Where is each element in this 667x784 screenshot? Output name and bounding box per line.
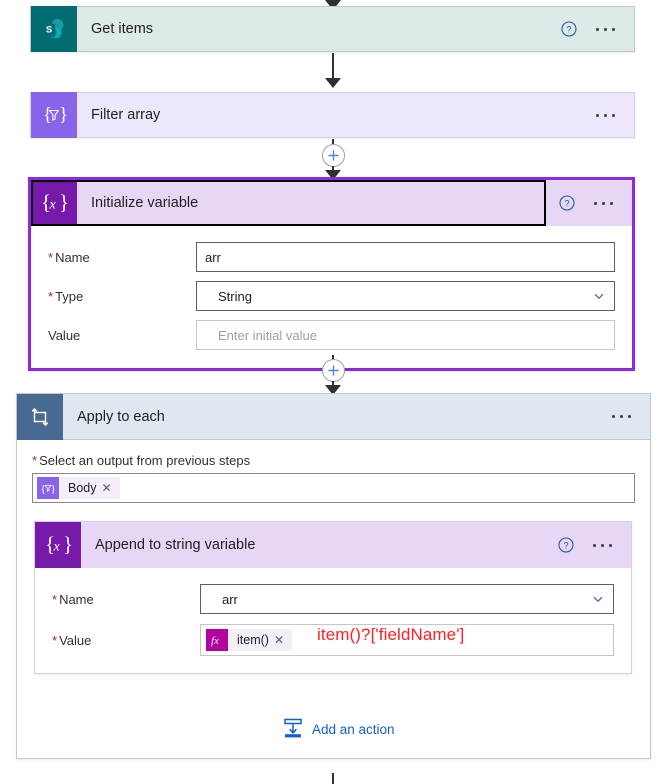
token-item-label: item() <box>237 633 269 647</box>
value-input-placeholder: Enter initial value <box>218 327 317 343</box>
svg-text:x: x <box>49 198 57 213</box>
step-header-initialize-variable[interactable]: { x } Initialize variable ? <box>31 180 632 226</box>
svg-text:x: x <box>53 540 61 555</box>
loop-input-label: * Select an output from previous steps <box>32 453 251 468</box>
step-body-apply-to-each: * Select an output from previous steps { … <box>17 440 650 503</box>
step-actions-get-items: ? <box>561 21 634 37</box>
chevron-down-icon <box>593 596 603 603</box>
step-actions-apply-to-each <box>610 411 650 422</box>
step-actions-append-to-string-variable: ? <box>558 537 631 553</box>
append-name-value: arr <box>222 591 238 607</box>
name-input[interactable]: arr <box>196 242 615 272</box>
type-dropdown[interactable]: String <box>196 281 615 311</box>
step-card-append-to-string-variable[interactable]: { x } Append to string variable ? * Name… <box>34 521 632 674</box>
step-header-append-to-string-variable[interactable]: { x } Append to string variable ? <box>35 522 631 568</box>
svg-text:{: { <box>43 105 52 126</box>
chevron-down-icon <box>594 293 604 300</box>
field-label-append-name: * Name <box>52 591 94 607</box>
add-action-icon <box>282 717 304 742</box>
insert-step-button-1[interactable] <box>322 144 345 167</box>
step-title-initialize-variable: Initialize variable <box>91 195 199 211</box>
ellipsis-icon[interactable] <box>610 411 633 422</box>
help-icon[interactable]: ? <box>559 195 575 211</box>
step-actions-filter-array <box>594 110 634 121</box>
filter-array-icon: { } <box>31 92 77 138</box>
required-asterisk: * <box>52 632 58 648</box>
append-name-dropdown[interactable]: arr <box>200 584 614 614</box>
token-body[interactable]: { } Body ✕ <box>37 477 120 499</box>
fx-icon: fx <box>206 629 228 651</box>
field-row-value: Value Enter initial value <box>48 320 615 350</box>
ellipsis-icon[interactable] <box>594 24 617 35</box>
svg-text:S: S <box>46 25 52 36</box>
help-icon[interactable]: ? <box>561 21 577 37</box>
svg-text:?: ? <box>566 24 571 34</box>
loop-icon <box>17 393 63 440</box>
name-input-value: arr <box>205 249 221 265</box>
ellipsis-icon[interactable] <box>591 540 614 551</box>
add-action-label: Add an action <box>312 722 395 737</box>
help-icon[interactable]: ? <box>558 537 574 553</box>
required-asterisk: * <box>48 249 54 265</box>
insert-step-button-2[interactable] <box>322 359 345 382</box>
step-title-apply-to-each: Apply to each <box>77 408 165 425</box>
field-row-append-name: * Name arr <box>52 584 614 614</box>
token-item[interactable]: fx item() ✕ <box>206 629 293 651</box>
arrow-head-filterarray <box>325 78 341 88</box>
variable-icon: { x } <box>35 522 81 568</box>
variable-icon: { x } <box>31 180 77 226</box>
field-label-value: Value <box>48 327 81 343</box>
field-label-name: * Name <box>48 249 90 265</box>
connector-getitems-filterarray <box>332 53 334 79</box>
svg-text:}: } <box>59 191 69 214</box>
field-label-type: * Type <box>48 288 84 304</box>
required-asterisk: * <box>48 288 54 304</box>
step-card-get-items[interactable]: S Get items ? <box>30 6 635 52</box>
step-title-append-to-string-variable: Append to string variable <box>95 537 256 553</box>
field-row-name: * Name arr <box>48 242 615 272</box>
loop-input-field[interactable]: { } Body ✕ <box>32 473 635 503</box>
sharepoint-icon: S <box>31 6 77 52</box>
step-card-initialize-variable[interactable]: { x } Initialize variable ? * Name arr *… <box>28 177 635 371</box>
ellipsis-icon[interactable] <box>592 198 615 209</box>
field-row-type: * Type String <box>48 281 615 311</box>
close-icon[interactable]: ✕ <box>274 633 292 647</box>
token-body-label: Body <box>68 481 97 495</box>
svg-text:}: } <box>63 533 73 556</box>
step-card-filter-array[interactable]: { } Filter array <box>30 92 635 138</box>
value-input[interactable]: Enter initial value <box>196 320 615 350</box>
required-asterisk: * <box>32 453 38 468</box>
type-dropdown-value: String <box>218 288 252 304</box>
step-body-initialize-variable: * Name arr * Type String Value Enter ini… <box>31 226 632 368</box>
step-header-filter-array[interactable]: { } Filter array <box>30 92 635 138</box>
field-label-append-value: * Value <box>52 632 92 648</box>
step-title-filter-array: Filter array <box>91 107 161 123</box>
step-actions-initialize-variable: ? <box>559 195 632 211</box>
svg-text:{: { <box>41 483 46 495</box>
svg-text:fx: fx <box>211 635 219 647</box>
step-card-apply-to-each[interactable]: Apply to each * Select an output from pre… <box>16 393 651 759</box>
filter-array-icon: { } <box>37 477 59 499</box>
svg-text:?: ? <box>563 540 568 550</box>
svg-text:}: } <box>51 483 56 495</box>
connector-bottom <box>332 773 334 784</box>
add-action-button[interactable]: Add an action <box>282 717 395 742</box>
step-title-get-items: Get items <box>91 21 154 37</box>
flow-designer-canvas: S Get items ? { } Filter array {x} Ini… <box>0 0 667 784</box>
annotation-expression: item()?['fieldName'] <box>317 625 465 644</box>
svg-text:}: } <box>59 105 68 126</box>
ellipsis-icon[interactable] <box>594 110 617 121</box>
step-header-apply-to-each[interactable]: Apply to each <box>17 393 650 440</box>
svg-text:?: ? <box>564 198 569 208</box>
required-asterisk: * <box>52 591 58 607</box>
step-body-append-to-string-variable: * Name arr * Value fx item() ✕ <box>35 568 631 673</box>
step-header-get-items[interactable]: S Get items ? <box>30 6 635 52</box>
close-icon[interactable]: ✕ <box>102 481 120 495</box>
